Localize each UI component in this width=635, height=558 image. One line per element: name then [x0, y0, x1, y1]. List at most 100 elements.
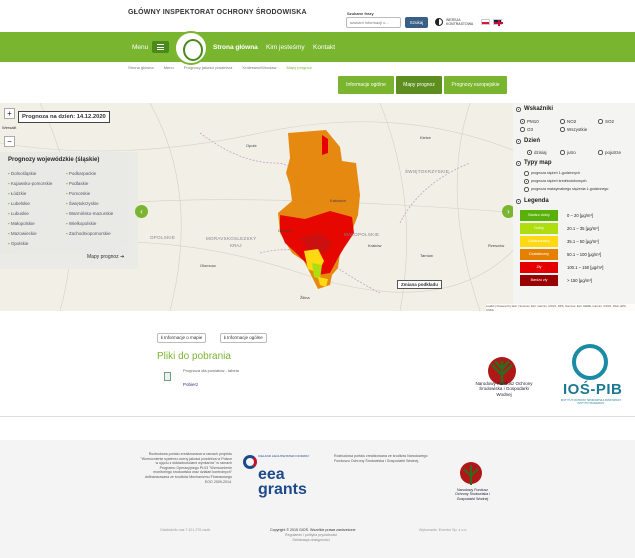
tab-forecast-maps[interactable]: Mapy prognoz: [396, 76, 442, 94]
map-control-label: Wersalit: [2, 125, 17, 130]
tab-general-info[interactable]: Informacje ogólne: [338, 76, 394, 94]
voivodeship-link[interactable]: Podkarpackie: [66, 171, 96, 176]
indicator-radio-no2[interactable]: [560, 119, 565, 124]
map-type-radio[interactable]: [524, 187, 529, 192]
legend-value: 0 – 20 [μg/m³]: [567, 213, 593, 218]
voivodeship-link[interactable]: Łódzkie: [8, 191, 27, 196]
breadcrumb-item[interactable]: Królestwo/Wrocław: [242, 65, 276, 70]
site-title[interactable]: GŁÓWNY INSPEKTORAT OCHRONY ŚRODOWISKA: [128, 9, 307, 16]
legend-swatch: Dobry: [520, 223, 558, 234]
copyright: Copyright © 2015 GIOŚ. Wszelkie prawa za…: [270, 528, 356, 532]
voivodeship-link[interactable]: Warmińsko-mazurskie: [66, 211, 113, 216]
nfos-footer-logo[interactable]: [456, 459, 486, 489]
breadcrumb: Strona główna Menu Prognozy jakości powi…: [128, 65, 321, 70]
search-label: Szukane frazy: [347, 11, 374, 16]
day-title: Dzień: [524, 138, 541, 144]
contrast-toggle-label[interactable]: WERSJA KONTRASTOWA: [446, 18, 474, 26]
ios-subtitle: INSTYTUT OCHRONY ŚRODOWISKA PAŃSTWOWY IN…: [560, 399, 622, 405]
flag-en-icon[interactable]: [493, 19, 503, 26]
voivodeship-link[interactable]: Kujawsko-pomorskie: [8, 181, 53, 186]
indicators-title: Wskaźniki: [524, 106, 554, 112]
gios-logo[interactable]: [174, 31, 208, 65]
breadcrumb-item[interactable]: Strona główna: [128, 65, 154, 70]
file-icon: [164, 372, 171, 381]
indicator-label[interactable]: SO2: [605, 119, 614, 124]
map-type-radio[interactable]: [524, 179, 529, 184]
made-by[interactable]: Wykonanie: Eventur Sp. z o.o.: [419, 528, 467, 533]
eea-countries: ICELAND LIECHTENSTEIN NORWAY: [258, 454, 310, 458]
flag-pl-icon[interactable]: [481, 19, 490, 25]
voivodeship-link[interactable]: Dolnośląskie: [8, 171, 37, 176]
zoom-in-button[interactable]: +: [4, 108, 15, 119]
day-radio-tomorrow[interactable]: [560, 150, 565, 155]
voivodeship-link[interactable]: Opolskie: [8, 241, 29, 246]
footer-links[interactable]: Regulamin i polityka prywatności Deklara…: [285, 533, 337, 542]
change-basemap-button[interactable]: Zmiana podkładu: [397, 280, 443, 289]
footer-project-text: Rozbudowa portalu zrealizowana w ramach …: [140, 452, 232, 484]
voivodeship-link[interactable]: Małopolskie: [8, 221, 35, 226]
day-label[interactable]: pojutrze: [605, 150, 621, 155]
indicator-label[interactable]: NO2: [567, 119, 576, 124]
breadcrumb-item[interactable]: Prognozy jakości powietrza: [184, 65, 232, 70]
legend-title: Legenda: [524, 198, 549, 204]
indicator-radio-all[interactable]: [560, 127, 565, 132]
ios-logo-icon[interactable]: [572, 344, 608, 380]
download-link[interactable]: Pobierz: [183, 382, 198, 387]
indicator-radio-o3[interactable]: [520, 127, 525, 132]
nav-contact[interactable]: Kontakt: [313, 44, 335, 51]
legend-swatch: Zły: [520, 262, 558, 273]
voivodeship-link[interactable]: Podlaskie: [66, 181, 89, 186]
breadcrumb-item: Mapy prognoz: [286, 65, 312, 70]
info-general-button[interactable]: ℹ Informacje ogólne: [220, 333, 267, 343]
map-label: OPOLSKIE: [150, 235, 176, 240]
indicator-label[interactable]: PM10: [527, 119, 539, 124]
voivodeship-link[interactable]: Zachodniopomorskie: [66, 231, 111, 236]
info-map-button[interactable]: ℹ Informacje o mapie: [157, 333, 207, 343]
map-type-label[interactable]: prognoza stężeń 1-godzinnych: [531, 171, 580, 175]
indicator-label[interactable]: Wszystkie: [567, 127, 587, 132]
map-type-label[interactable]: prognoza maksymalnego stężenia 1-godzinn…: [531, 187, 608, 191]
map-type-radio[interactable]: [524, 171, 529, 176]
indicator-label[interactable]: O3: [527, 127, 533, 132]
nav-home[interactable]: Strona główna: [213, 44, 258, 51]
voivodeship-link[interactable]: Lubelskie: [8, 201, 30, 206]
prev-arrow-icon[interactable]: ‹: [135, 205, 148, 218]
map-type-label[interactable]: prognoza stężeń średniodobowych: [531, 179, 587, 183]
voivodeship-link[interactable]: Mazowieckie: [8, 231, 37, 236]
day-label[interactable]: dzisiaj: [534, 150, 547, 155]
search-input[interactable]: [346, 17, 401, 28]
eea-grants-icon: [243, 455, 257, 469]
day-radio-today[interactable]: [527, 150, 532, 155]
voivodeship-link[interactable]: Pomorskie: [66, 191, 90, 196]
indicator-radio-so2[interactable]: [598, 119, 603, 124]
eea-grants-logo[interactable]: eea grants: [258, 467, 307, 498]
menu-label[interactable]: Menu: [132, 44, 148, 51]
section-icon: [516, 139, 521, 144]
document-link[interactable]: Prognoza dla powiatów - tabela: [183, 368, 239, 373]
voivodeship-link[interactable]: Wielkopolskie: [66, 221, 97, 226]
hamburger-icon[interactable]: [152, 41, 169, 53]
contrast-icon[interactable]: [435, 18, 443, 26]
map-label: Opole: [246, 143, 257, 148]
map-label: Kielce: [420, 135, 431, 140]
map-label: Kraków: [368, 243, 382, 248]
day-label[interactable]: jutro: [567, 150, 576, 155]
legend-swatch: Umiarkowany: [520, 236, 558, 247]
maps-link[interactable]: Mapy prognoz ➔: [87, 254, 124, 260]
map-label: Žilina: [300, 295, 310, 300]
indicator-radio-pm10[interactable]: [520, 119, 525, 124]
map-label: Katowice: [330, 198, 347, 203]
ios-logo-text[interactable]: IOŚ-PIB: [563, 381, 622, 398]
visit-counter: Odwiedziło nas 7 421 276 osób: [160, 528, 211, 532]
legend-swatch: Dostateczny: [520, 249, 558, 260]
breadcrumb-item[interactable]: Menu: [164, 65, 174, 70]
tab-european-forecasts[interactable]: Prognozy europejskie: [444, 76, 507, 94]
zoom-out-button[interactable]: −: [4, 136, 15, 147]
nav-about[interactable]: Kim jesteśmy: [266, 44, 305, 51]
legend-value: > 150 [μg/m³]: [567, 278, 592, 283]
voivodeship-link[interactable]: Lubuskie: [8, 211, 29, 216]
search-button[interactable]: Szukaj: [405, 17, 428, 28]
map-label: Ostrava: [278, 228, 293, 233]
day-radio-dayafter[interactable]: [598, 150, 603, 155]
voivodeship-link[interactable]: Świętokrzyskie: [66, 201, 99, 206]
